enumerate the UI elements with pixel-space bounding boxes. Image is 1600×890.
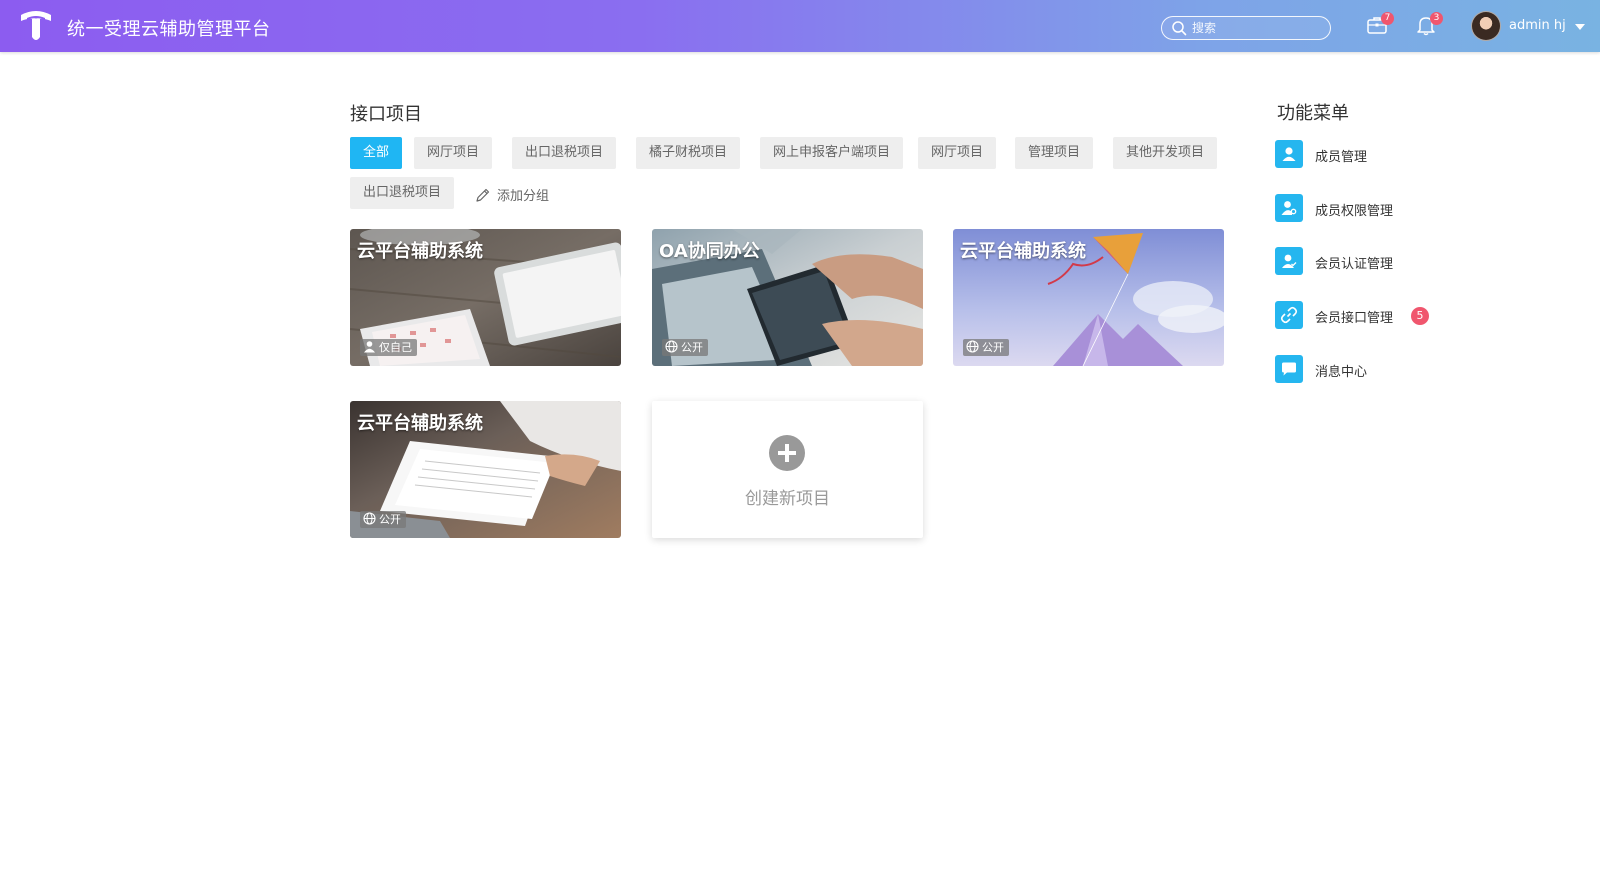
menu-item-label: 成员权限管理 bbox=[1315, 204, 1394, 219]
project-card[interactable]: 云平台辅助系统 公开 bbox=[350, 401, 621, 538]
tag-all[interactable]: 全部 bbox=[350, 137, 403, 169]
add-group-label: 添加分组 bbox=[497, 189, 550, 204]
permission-icon bbox=[1281, 201, 1297, 215]
interface-badge: 5 bbox=[1411, 307, 1429, 325]
app-title: 统一受理云辅助管理平台 bbox=[67, 19, 271, 40]
menu-title: 功能菜单 bbox=[1277, 103, 1349, 124]
search-input[interactable] bbox=[1192, 19, 1322, 37]
visibility-label: 仅自己 bbox=[379, 341, 412, 354]
plus-icon bbox=[769, 435, 805, 471]
pencil-icon bbox=[476, 188, 490, 202]
card-title: 云平台辅助系统 bbox=[357, 241, 483, 262]
notification-badge: 3 bbox=[1430, 12, 1443, 25]
tag-item[interactable]: 其他开发项目 bbox=[1113, 137, 1218, 169]
briefcase-badge: 7 bbox=[1381, 12, 1394, 25]
search-box[interactable] bbox=[1161, 16, 1331, 40]
menu-item-label: 会员接口管理 bbox=[1315, 311, 1394, 326]
user-icon bbox=[364, 341, 375, 353]
briefcase-button[interactable]: 7 bbox=[1366, 12, 1394, 38]
menu-item-label: 消息中心 bbox=[1315, 365, 1368, 380]
card-title: 云平台辅助系统 bbox=[357, 413, 483, 434]
notification-button[interactable]: 3 bbox=[1415, 12, 1443, 38]
top-navbar: 统一受理云辅助管理平台 7 3 admin hj bbox=[0, 0, 1600, 52]
tag-item[interactable]: 出口退税项目 bbox=[350, 177, 455, 209]
menu-item-label: 成员管理 bbox=[1315, 150, 1368, 165]
visibility-badge: 仅自己 bbox=[360, 339, 417, 356]
globe-icon bbox=[665, 340, 678, 353]
search-icon[interactable] bbox=[1171, 20, 1187, 36]
section-title: 接口项目 bbox=[350, 104, 422, 125]
create-project-label: 创建新项目 bbox=[745, 489, 830, 509]
link-icon bbox=[1280, 306, 1298, 324]
project-card[interactable]: OA协同办公 公开 bbox=[652, 229, 923, 366]
username[interactable]: admin hj bbox=[1509, 18, 1566, 33]
globe-icon bbox=[363, 512, 376, 525]
project-card[interactable]: 云平台辅助系统 公开 bbox=[953, 229, 1224, 366]
logo-icon bbox=[21, 11, 51, 40]
tag-item[interactable]: 出口退税项目 bbox=[512, 137, 617, 169]
globe-icon bbox=[966, 340, 979, 353]
card-title: OA协同办公 bbox=[659, 241, 760, 262]
tag-item[interactable]: 管理项目 bbox=[1015, 137, 1094, 169]
project-card[interactable]: 云平台辅助系统 仅自己 bbox=[350, 229, 621, 366]
visibility-label: 公开 bbox=[681, 341, 703, 354]
add-group-button[interactable]: 添加分组 bbox=[475, 185, 549, 204]
tag-item[interactable]: 橘子财税项目 bbox=[636, 137, 741, 169]
visibility-badge: 公开 bbox=[963, 339, 1009, 356]
message-icon bbox=[1282, 362, 1296, 376]
create-project-card[interactable]: 创建新项目 bbox=[652, 401, 923, 538]
visibility-label: 公开 bbox=[379, 513, 401, 526]
verify-icon bbox=[1282, 254, 1297, 268]
tag-item[interactable]: 网厅项目 bbox=[918, 137, 997, 169]
visibility-label: 公开 bbox=[982, 341, 1004, 354]
avatar[interactable] bbox=[1471, 11, 1501, 41]
chevron-down-icon[interactable] bbox=[1575, 24, 1585, 30]
member-icon bbox=[1282, 147, 1296, 161]
visibility-badge: 公开 bbox=[662, 339, 708, 356]
menu-item-label: 会员认证管理 bbox=[1315, 257, 1394, 272]
tag-item[interactable]: 网厅项目 bbox=[414, 137, 493, 169]
tag-item[interactable]: 网上申报客户端项目 bbox=[760, 137, 904, 169]
card-title: 云平台辅助系统 bbox=[960, 241, 1086, 262]
visibility-badge: 公开 bbox=[360, 511, 406, 528]
